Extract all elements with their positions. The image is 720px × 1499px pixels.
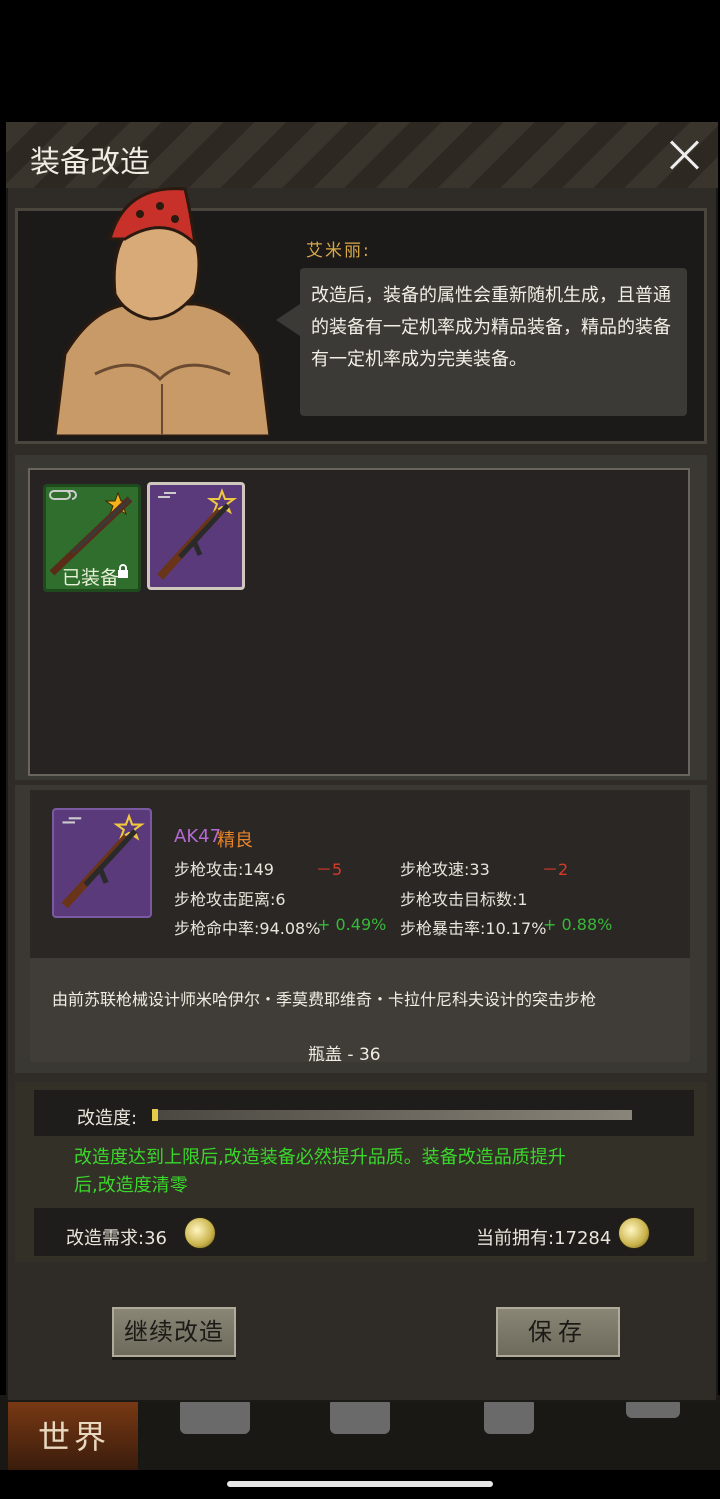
inventory-slot-ak47[interactable] (147, 482, 245, 590)
item-cost: 瓶盖 - 36 (308, 1045, 381, 1065)
ak47-icon (157, 488, 238, 580)
owned-label: 当前拥有:17284 (476, 1228, 612, 1249)
link-icon (158, 492, 176, 498)
close-button[interactable] (664, 135, 704, 175)
character-icon[interactable] (330, 1398, 390, 1434)
requirement-label: 改造需求:36 (66, 1228, 167, 1249)
building-icon[interactable] (484, 1398, 534, 1434)
home-indicator (227, 1481, 493, 1487)
bottle-cap-icon (618, 1217, 650, 1249)
modification-label: 改造度: (77, 1108, 138, 1129)
save-button[interactable]: 保存 (496, 1307, 620, 1357)
modification-progress-bar (152, 1110, 632, 1120)
stat-delta: －2 (542, 860, 569, 879)
modification-progress-fill (152, 1109, 158, 1121)
continue-modify-button[interactable]: 继续改造 (112, 1307, 236, 1357)
stat-label: 步枪攻击目标数:1 (400, 890, 528, 909)
nav-world-label: 世界 (38, 1418, 111, 1456)
stat-delta: + 0.49% (317, 915, 387, 934)
modal-title: 装备改造 (30, 145, 150, 180)
modification-note: 改造度达到上限后,改造装备必然提升品质。装备改造品质提升后,改造度清零 (74, 1147, 566, 1196)
stat-label: 步枪攻速:33 (400, 860, 490, 879)
backpack-icon[interactable] (180, 1398, 250, 1434)
item-quality: 精良 (217, 830, 253, 851)
speech-bubble-tail (276, 304, 300, 336)
stat-label: 步枪命中率:94.08% (174, 919, 321, 938)
stat-label: 步枪攻击距离:6 (174, 890, 286, 909)
item-name: AK47 (174, 826, 222, 847)
selected-item-slot (52, 808, 152, 918)
bottle-cap-icon (184, 1217, 216, 1249)
item-description: 由前苏联枪械设计师米哈伊尔・季莫费耶维奇・卡拉什尼科夫设计的突击步枪 (52, 990, 597, 1009)
npc-portrait (55, 187, 270, 436)
lock-icon (117, 563, 129, 578)
stat-label: 步枪暴击率:10.17% (400, 919, 547, 938)
link-icon (49, 490, 77, 500)
speech-text: 改造后，装备的属性会重新随机生成，且普通的装备有一定机率成为精品装备，精品的装备… (311, 285, 671, 370)
equipped-label: 已装备 (62, 567, 120, 589)
stat-delta: + 0.88% (543, 915, 613, 934)
stat-label: 步枪攻击:149 (174, 860, 274, 879)
stat-delta: －5 (316, 860, 343, 879)
ak47-icon (61, 813, 145, 909)
npc-name: 艾米丽: (306, 241, 371, 261)
